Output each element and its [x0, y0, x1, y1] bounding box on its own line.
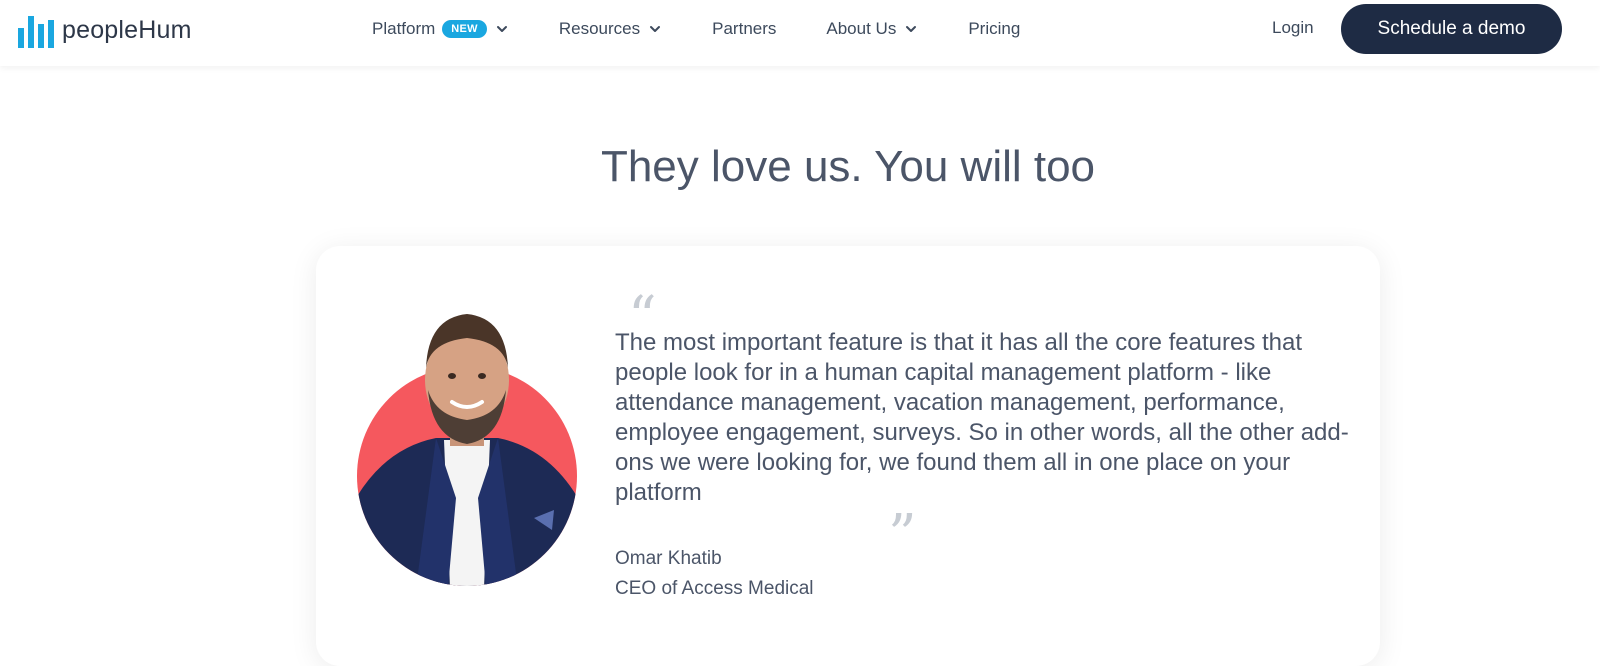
person-portrait-image — [357, 314, 577, 586]
author-name: Omar Khatib — [615, 548, 722, 569]
section-heading: They love us. You will too — [600, 142, 1096, 191]
chevron-down-icon — [650, 26, 661, 32]
close-quote-icon: ” — [888, 503, 917, 568]
bar-chart-logo-icon — [18, 16, 54, 48]
nav-item-label: About Us — [826, 19, 897, 38]
chevron-down-icon — [496, 26, 507, 32]
testimonial-quote: The most important feature is that it ha… — [615, 329, 1349, 506]
nav-item-label: Partners — [712, 19, 777, 38]
nav-item-label: Pricing — [968, 19, 1021, 38]
nav-item-about-us[interactable]: About Us — [826, 19, 918, 39]
nav-item-label: Platform — [372, 19, 436, 38]
main-nav: Platform NEW Resources Partners About Us… — [372, 0, 1020, 58]
new-badge: NEW — [442, 20, 487, 38]
logo-text: peopleHum — [62, 15, 192, 44]
nav-item-resources[interactable]: Resources — [559, 19, 662, 39]
login-link[interactable]: Login — [1272, 18, 1314, 38]
avatar — [356, 298, 578, 588]
nav-item-platform[interactable]: Platform NEW — [372, 19, 509, 39]
schedule-demo-button[interactable]: Schedule a demo — [1341, 4, 1562, 54]
nav-item-label: Resources — [558, 19, 641, 38]
chevron-down-icon — [906, 26, 917, 32]
nav-item-partners[interactable]: Partners — [712, 19, 776, 39]
peoplehum-logo[interactable]: peopleHum — [18, 10, 192, 50]
nav-item-pricing[interactable]: Pricing — [968, 19, 1020, 39]
author-role: CEO of Access Medical — [615, 578, 814, 599]
testimonial-card: “ The most important feature is that it … — [316, 246, 1380, 666]
site-header: peopleHum Platform NEW Resources Partner… — [0, 0, 1600, 66]
